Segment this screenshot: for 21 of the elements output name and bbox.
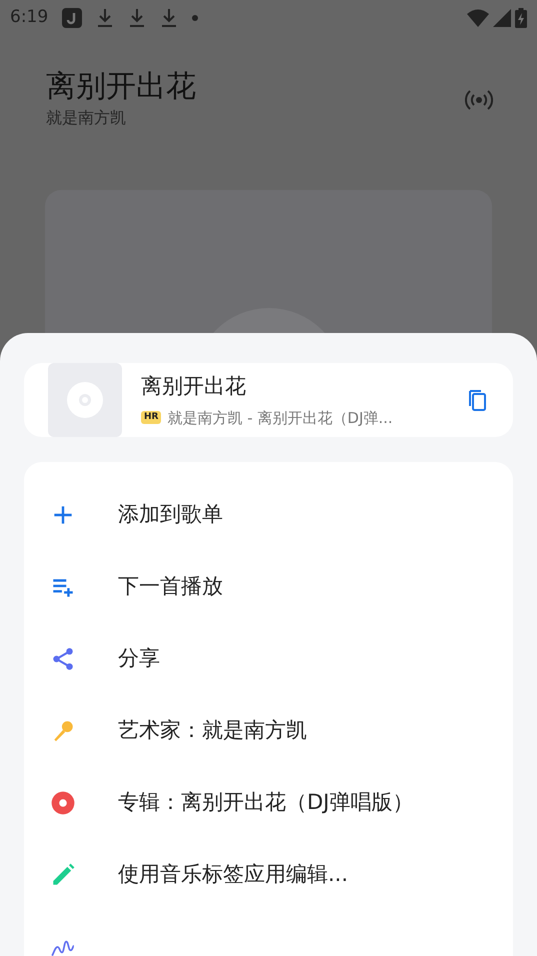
status-time: 6:19 (10, 6, 48, 30)
wifi-icon (467, 9, 489, 27)
action-item[interactable]: 艺术家：就是南方凯 (24, 695, 513, 767)
action-item[interactable]: 下一首播放 (24, 551, 513, 623)
quality-badge: HR (141, 411, 162, 424)
action-item[interactable]: 添加到歌单 (24, 479, 513, 551)
action-item[interactable]: 使用音乐标签应用编辑... (24, 839, 513, 911)
song-subtitle: 就是南方凯 - 离别开出花（DJ弹... (167, 408, 393, 428)
artist-name: 就是南方凯 (46, 107, 127, 129)
action-item[interactable]: 专辑：离别开出花（DJ弹唱版） (24, 767, 513, 839)
action-item[interactable]: 分享 (24, 623, 513, 695)
song-title: 离别开出花 (46, 68, 197, 106)
signal-icon (493, 9, 511, 27)
app-notification-icon (62, 8, 82, 28)
download-icon (160, 8, 178, 28)
dot-icon (192, 15, 198, 21)
download-icon (96, 8, 114, 28)
broadcast-icon[interactable] (465, 88, 493, 112)
battery-icon (515, 8, 527, 28)
song-title: 离别开出花 (141, 373, 247, 400)
download-icon (128, 8, 146, 28)
